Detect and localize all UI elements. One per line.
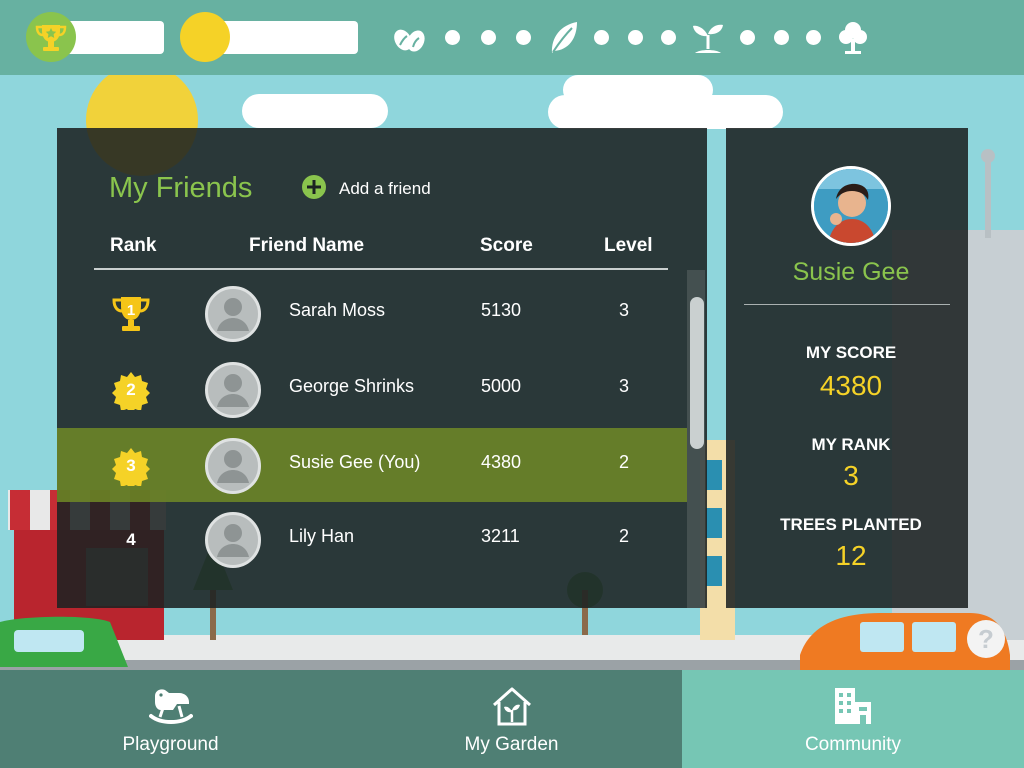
avatar	[204, 511, 262, 569]
avatar	[204, 285, 262, 343]
nav-label: Community	[804, 734, 902, 755]
rank-label: 1	[126, 302, 136, 319]
friend-level: 3	[619, 376, 630, 396]
profile-avatar[interactable]	[811, 166, 891, 246]
header-divider	[94, 268, 668, 270]
friend-name: George Shrinks	[289, 376, 415, 396]
scrollbar-thumb[interactable]	[690, 297, 704, 449]
friend-level: 2	[619, 452, 630, 472]
friends-panel: My Friends Add a friend Rank Friend Name…	[57, 128, 707, 608]
trophy-icon[interactable]	[26, 12, 76, 62]
progress-dot	[774, 30, 789, 45]
rank-cell: 4	[109, 520, 153, 560]
nav-label: Playground	[122, 734, 219, 755]
avatar	[204, 437, 262, 495]
progress-dot	[661, 30, 676, 45]
trees-planted-label: TREES PLANTED	[780, 515, 922, 534]
seeds-icon	[390, 19, 428, 62]
progress-dot	[516, 30, 531, 45]
friend-level: 2	[619, 526, 630, 546]
gold-trophy-icon: 1	[109, 294, 153, 334]
friend-name: Lily Han	[289, 526, 355, 546]
add-friend-label: Add a friend	[339, 179, 431, 198]
progress-dot	[628, 30, 643, 45]
my-score-label: MY SCORE	[805, 343, 897, 362]
avatar	[204, 361, 262, 419]
garden-house-icon	[490, 686, 534, 731]
rocking-horse-icon	[148, 686, 193, 731]
progress-dot	[445, 30, 460, 45]
sun-icon[interactable]	[180, 12, 230, 62]
top-bar	[0, 0, 1024, 75]
table-row[interactable]: 2 George Shrinks 5000 3	[57, 352, 687, 426]
nav-community[interactable]: Community	[682, 670, 1024, 768]
column-header-rank: Rank	[110, 235, 157, 256]
sun-progress-bar	[214, 21, 358, 54]
friend-score: 5130	[481, 300, 522, 320]
profile-name: Susie Gee	[792, 258, 910, 286]
rank-label: 3	[126, 456, 136, 475]
silver-medal-icon: 2	[109, 370, 153, 410]
rank-label: 2	[126, 380, 136, 399]
trees-planted-value: 12	[835, 540, 867, 571]
nav-my-garden[interactable]: My Garden	[341, 670, 682, 768]
profile-panel: Susie Gee MY SCORE 4380 MY RANK 3 TREES …	[726, 128, 968, 608]
column-header-level: Level	[604, 235, 653, 256]
column-header-score: Score	[480, 235, 533, 256]
my-rank-label: MY RANK	[811, 435, 891, 454]
buildings-icon	[831, 686, 875, 731]
friend-score: 3211	[481, 526, 520, 546]
table-row[interactable]: 4 Lily Han 3211 2	[57, 502, 687, 576]
nav-playground[interactable]: Playground	[0, 670, 341, 768]
table-row[interactable]: 1 Sarah Moss 5130 3	[57, 276, 687, 350]
progress-dot	[594, 30, 609, 45]
my-score-value: 4380	[819, 370, 883, 401]
friend-level: 3	[619, 300, 630, 320]
progress-dot	[481, 30, 496, 45]
bottom-nav: Playground My Garden Community	[0, 670, 1024, 768]
nav-label: My Garden	[464, 734, 559, 755]
plus-circle-icon	[301, 174, 327, 205]
table-row-current-user[interactable]: 3 Susie Gee (You) 4380 2	[57, 428, 687, 502]
add-friend-button[interactable]: Add a friend	[301, 174, 431, 205]
help-button[interactable]: ?	[967, 620, 1005, 658]
my-rank-value: 3	[843, 460, 859, 491]
tree-icon	[836, 19, 870, 62]
leaf-icon	[547, 19, 581, 62]
sprout-icon	[690, 19, 726, 62]
friend-name: Sarah Moss	[289, 300, 386, 320]
progress-dot	[740, 30, 755, 45]
friend-name: Susie Gee (You)	[289, 452, 421, 472]
profile-divider	[744, 304, 950, 305]
progress-dot	[806, 30, 821, 45]
column-header-name: Friend Name	[249, 235, 365, 256]
friend-score: 4380	[481, 452, 522, 472]
rank-label: 4	[126, 530, 136, 549]
friend-score: 5000	[481, 376, 522, 396]
page-title: My Friends	[109, 172, 253, 204]
bronze-medal-icon: 3	[109, 446, 153, 486]
